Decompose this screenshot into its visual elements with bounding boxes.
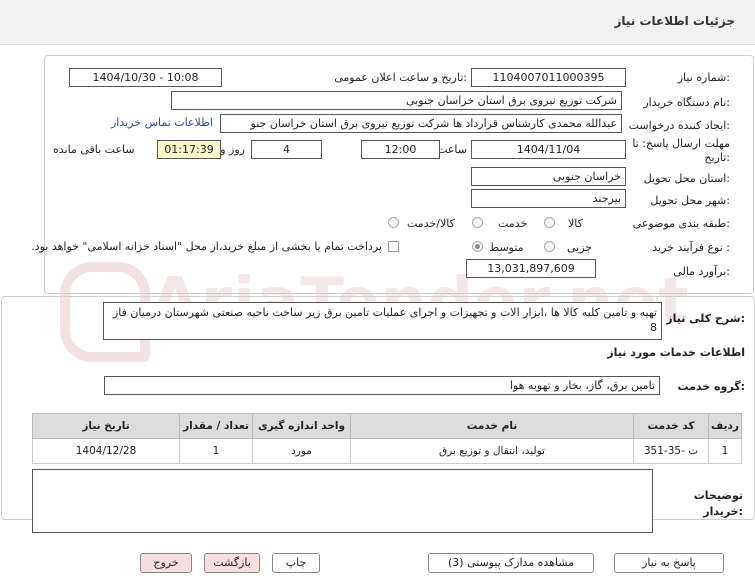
category-label: طبقه بندی موضوعی: (632, 217, 730, 230)
category-both-label: کالا/خدمت (407, 217, 455, 230)
service-group-label: گروه خدمت: (677, 380, 745, 393)
services-title: اطلاعات خدمات مورد نیاز (607, 346, 745, 359)
buyer-notes-label: توضیحات (693, 489, 743, 502)
col-row: ردیف (708, 413, 742, 439)
cell-unit: مورد (252, 438, 351, 464)
cell-date: 1404/12/28 (32, 438, 180, 464)
cell-row: 1 (708, 438, 742, 464)
city-field[interactable]: بیرجند (471, 189, 626, 208)
category-goods-label: کالا (568, 217, 583, 230)
creator-field[interactable]: عبدالله محمدی کارشناس قرارداد ها شرکت تو… (220, 114, 622, 133)
need-number-label: شماره نیاز: (677, 71, 730, 84)
need-number-field[interactable]: 1104007011000395 (471, 68, 626, 87)
col-name: نام خدمت (350, 413, 634, 439)
buyer-field[interactable]: شرکت توزیع نیروی برق استان خراسان جنوبی (171, 91, 622, 110)
table-row[interactable]: 1 ت -35-351 تولید، انتقال و توزیع برق مو… (32, 438, 742, 464)
remaining-time-field: 01:17:39 (157, 140, 221, 159)
process-medium-radio[interactable] (472, 241, 483, 252)
estimate-label: برآورد مالی: (673, 265, 730, 278)
reply-button[interactable]: پاسخ به نیاز (614, 553, 724, 573)
creator-label: ایجاد کننده درخواست: (628, 119, 730, 132)
services-table: ردیف کد خدمت نام خدمت واحد اندازه گیری ت… (32, 413, 742, 464)
deadline-label: مهلت ارسال پاسخ: تا (632, 137, 730, 150)
table-header-row: ردیف کد خدمت نام خدمت واحد اندازه گیری ت… (32, 413, 742, 439)
buyer-notes-field[interactable] (32, 469, 653, 533)
process-minor-radio[interactable] (544, 241, 555, 252)
page-header: جزئیات اطلاعات نیاز (0, 0, 755, 45)
days-field[interactable]: 4 (251, 140, 322, 159)
remaining-time-label: ساعت باقی مانده (53, 143, 135, 156)
buyer-label: نام دستگاه خریدار: (643, 96, 730, 109)
process-minor-label: جزیی (567, 241, 593, 254)
page-title: جزئیات اطلاعات نیاز (614, 14, 735, 28)
buyer-notes-label-2: خریدار: (703, 505, 743, 518)
category-service-radio[interactable] (472, 217, 483, 228)
category-goods-radio[interactable] (544, 217, 555, 228)
buyer-contact-link[interactable]: اطلاعات تماس خریدار (111, 116, 213, 129)
exit-button[interactable]: خروج (140, 553, 192, 573)
col-qty: تعداد / مقدار (179, 413, 253, 439)
description-label: شرح کلی نیاز: (666, 312, 745, 325)
announce-datetime-field[interactable]: 1404/10/30 - 10:08 (69, 68, 222, 87)
estimate-field[interactable]: 13,031,897,609 (466, 259, 596, 278)
cell-name: تولید، انتقال و توزیع برق (350, 438, 634, 464)
service-group-field[interactable]: تامین برق، گاز، بخار و تهویه هوا (104, 376, 660, 395)
announce-label: تاریخ و ساعت اعلان عمومی: (334, 71, 467, 84)
back-button[interactable]: بازگشت (204, 553, 260, 573)
deadline-date-field[interactable]: 1404/11/04 (471, 140, 626, 159)
deadline-time-field[interactable]: 12:00 (361, 140, 440, 159)
deadline-date-label: تاریخ: (704, 151, 730, 164)
category-service-label: خدمت (498, 217, 528, 230)
province-label: استان محل تحویل: (643, 172, 730, 185)
category-both-radio[interactable] (388, 217, 399, 228)
cell-qty: 1 (179, 438, 253, 464)
cell-code: ت -35-351 (633, 438, 709, 464)
col-unit: واحد اندازه گیری (252, 413, 351, 439)
process-medium-label: متوسط (489, 241, 524, 254)
city-label: شهر محل تحویل: (650, 194, 730, 207)
treasury-payment-checkbox[interactable] (388, 241, 399, 252)
col-code: کد خدمت (633, 413, 709, 439)
view-attachments-button[interactable]: مشاهده مدارک پیوستی (3) (428, 553, 594, 573)
description-field[interactable]: تهیه و تامین کلیه کالا ها ،ابزار الات و … (103, 302, 662, 340)
treasury-payment-note: پرداخت تمام یا بخشی از مبلغ خرید،از محل … (31, 240, 382, 253)
print-button[interactable]: چاپ (272, 553, 320, 573)
col-date: تاریخ نیاز (32, 413, 180, 439)
province-field[interactable]: خراسان جنوبی (471, 167, 626, 186)
days-label: روز و (220, 143, 245, 156)
time-label: ساعت (437, 143, 467, 156)
process-label: نوع فرآیند خرید : (652, 241, 730, 254)
